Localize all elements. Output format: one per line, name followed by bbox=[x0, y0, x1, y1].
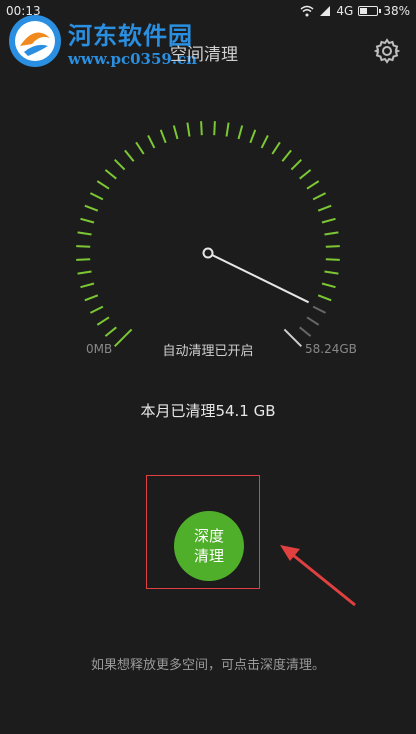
gauge-tick bbox=[249, 129, 257, 144]
gauge-tick bbox=[324, 270, 339, 275]
gauge-tick bbox=[321, 217, 336, 224]
gauge-tick bbox=[159, 129, 167, 144]
gauge-tick bbox=[76, 245, 91, 248]
gauge-needle bbox=[207, 252, 310, 304]
gauge-tick bbox=[325, 245, 340, 248]
gauge-tick bbox=[77, 270, 92, 275]
gauge-tick bbox=[237, 125, 244, 140]
gauge-tick bbox=[104, 326, 117, 337]
deep-clean-button[interactable]: 深度 清理 bbox=[174, 511, 244, 581]
annotation-arrow-icon bbox=[280, 545, 356, 607]
gauge-tick bbox=[299, 326, 312, 337]
gauge-tick bbox=[89, 192, 104, 201]
gauge-tick bbox=[84, 204, 99, 212]
gauge-tick bbox=[104, 169, 117, 180]
gauge-tick bbox=[271, 141, 281, 155]
gauge-tick bbox=[80, 282, 95, 289]
gauge-tick bbox=[312, 305, 327, 314]
gauge-tick bbox=[76, 258, 91, 261]
gauge-tick bbox=[260, 134, 269, 149]
gauge-tick bbox=[325, 258, 340, 261]
gauge-tick bbox=[135, 141, 145, 155]
gauge-tick bbox=[200, 121, 203, 136]
gauge-tick bbox=[213, 121, 216, 136]
gauge-tick bbox=[290, 158, 303, 171]
gauge-tick bbox=[317, 204, 332, 212]
deep-clean-label-line1: 深度 bbox=[193, 527, 224, 545]
gauge-tick bbox=[124, 149, 135, 162]
gauge-tick bbox=[306, 180, 320, 190]
gauge-tick bbox=[80, 217, 95, 224]
gauge-tick bbox=[324, 231, 339, 236]
gauge-ticks bbox=[76, 121, 340, 348]
gauge-tick bbox=[77, 231, 92, 236]
gauge-tick bbox=[89, 305, 104, 314]
gauge-tick bbox=[96, 316, 110, 326]
monthly-cleaned-text: 本月已清理54.1 GB bbox=[140, 402, 276, 420]
gauge-tick bbox=[96, 180, 110, 190]
gauge-tick bbox=[317, 294, 332, 302]
gauge-tick bbox=[84, 294, 99, 302]
gauge-tick bbox=[306, 316, 320, 326]
deep-clean-label-line2: 清理 bbox=[193, 547, 224, 565]
gauge-pivot bbox=[202, 247, 214, 259]
gauge-tick bbox=[312, 192, 327, 201]
gauge-tick bbox=[321, 282, 336, 289]
hint-text: 如果想释放更多空间，可点击深度清理。 bbox=[90, 658, 325, 673]
auto-clean-status: 自动清理已开启 bbox=[162, 344, 254, 359]
gauge-tick bbox=[299, 169, 312, 180]
gauge-tick bbox=[186, 122, 191, 137]
gauge-tick bbox=[225, 122, 230, 137]
gauge-tick bbox=[113, 158, 126, 171]
gauge-tick bbox=[147, 134, 156, 149]
gauge-tick bbox=[172, 125, 179, 140]
gauge-tick bbox=[281, 149, 292, 162]
storage-gauge: 0MB 58.24GB 自动清理已开启 bbox=[0, 0, 416, 400]
